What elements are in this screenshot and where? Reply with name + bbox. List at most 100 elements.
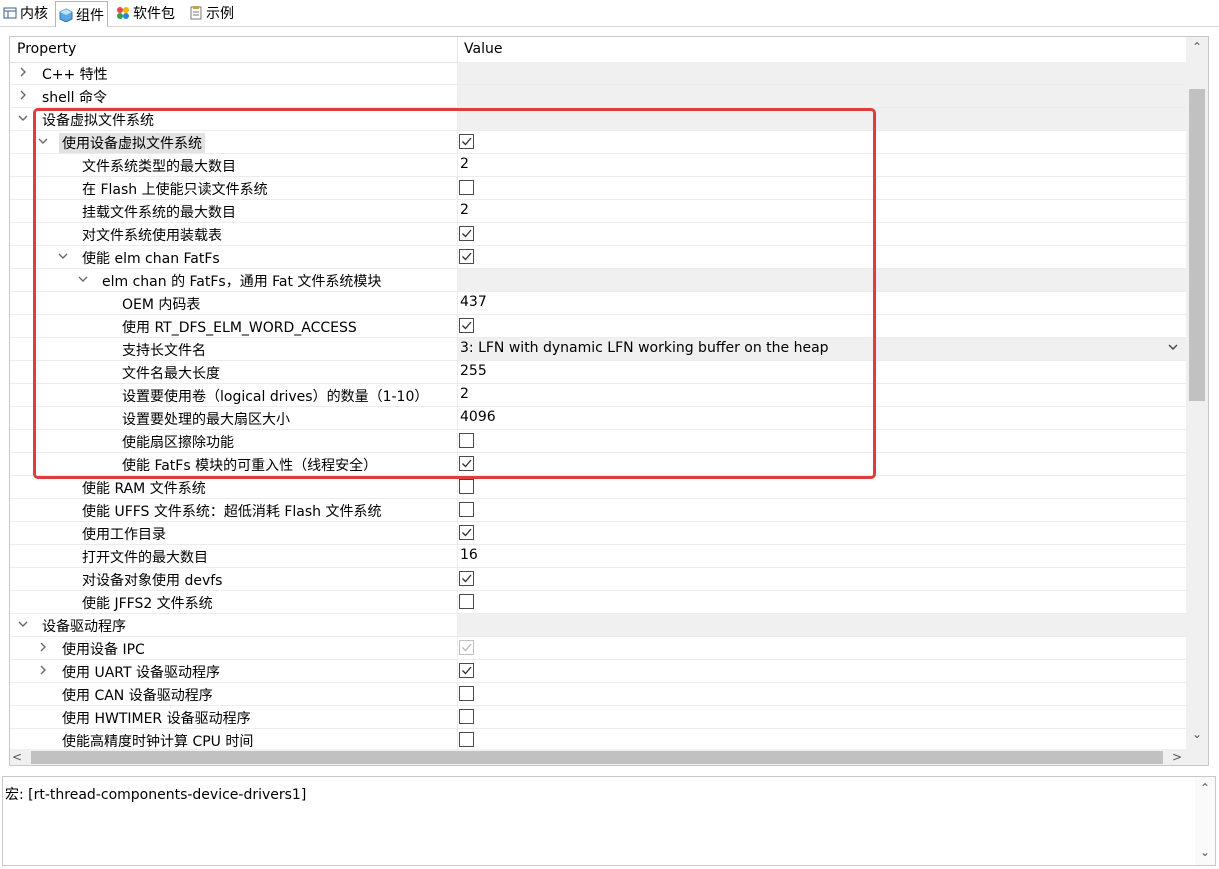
column-divider xyxy=(457,315,458,338)
horizontal-scrollbar[interactable]: < > xyxy=(10,749,1186,765)
property-row[interactable]: 使用 CAN 设备驱动程序 xyxy=(10,683,1186,706)
checkbox[interactable] xyxy=(459,640,474,655)
chevron-down-icon[interactable] xyxy=(16,111,30,127)
chevron-right-icon[interactable] xyxy=(16,88,30,104)
property-row[interactable]: 挂载文件系统的最大数目 2 xyxy=(10,200,1186,223)
tab-component[interactable]: 组件 xyxy=(55,1,108,27)
checkbox[interactable] xyxy=(459,134,474,149)
tab-bar: 内核 组件 软件包 示例 xyxy=(0,0,1219,27)
tab-example[interactable]: 示例 xyxy=(186,1,237,25)
scroll-right-icon[interactable]: > xyxy=(1170,750,1184,764)
checkbox[interactable] xyxy=(459,571,474,586)
property-row[interactable]: 文件系统类型的最大数目 2 xyxy=(10,154,1186,177)
chevron-down-icon[interactable] xyxy=(36,134,50,150)
checkbox[interactable] xyxy=(459,456,474,471)
checkbox[interactable] xyxy=(459,479,474,494)
chevron-down-icon[interactable] xyxy=(16,617,30,633)
scroll-up-icon[interactable]: ⌃ xyxy=(1186,40,1208,54)
property-row[interactable]: 使用工作目录 xyxy=(10,522,1186,545)
chevron-down-icon[interactable] xyxy=(1167,341,1179,356)
value-text[interactable]: 255 xyxy=(460,363,487,379)
property-row[interactable]: 使能 JFFS2 文件系统 xyxy=(10,591,1186,614)
property-row[interactable]: 打开文件的最大数目 16 xyxy=(10,545,1186,568)
chevron-right-icon[interactable] xyxy=(16,65,30,81)
checkbox[interactable] xyxy=(459,663,474,678)
chevron-down-icon[interactable] xyxy=(56,249,70,265)
checkbox[interactable] xyxy=(459,502,474,517)
checkbox[interactable] xyxy=(459,709,474,724)
property-row[interactable]: 使能扇区擦除功能 xyxy=(10,430,1186,453)
property-row[interactable]: 使能 elm chan FatFs xyxy=(10,246,1186,269)
property-label: 对设备对象使用 devfs xyxy=(82,573,223,589)
property-row[interactable]: 支持长文件名 3: LFN with dynamic LFN working bu… xyxy=(10,338,1186,361)
scroll-left-icon[interactable]: < xyxy=(10,750,24,764)
checkbox[interactable] xyxy=(459,686,474,701)
property-row[interactable]: OEM 内码表 437 xyxy=(10,292,1186,315)
value-text[interactable]: 2 xyxy=(460,156,469,172)
value-text[interactable]: 4096 xyxy=(460,409,496,425)
horizontal-scroll-thumb[interactable] xyxy=(31,751,1163,764)
category-row[interactable]: shell 命令 xyxy=(10,85,1186,108)
property-row[interactable]: 使能 UFFS 文件系统：超低消耗 Flash 文件系统 xyxy=(10,499,1186,522)
checkbox[interactable] xyxy=(459,180,474,195)
property-row[interactable]: 使用 HWTIMER 设备驱动程序 xyxy=(10,706,1186,729)
checkbox[interactable] xyxy=(459,249,474,264)
value-column-header[interactable]: Value xyxy=(464,41,502,57)
property-row[interactable]: 在 Flash 上使能只读文件系统 xyxy=(10,177,1186,200)
category-row[interactable]: 设备驱动程序 xyxy=(10,614,1186,637)
value-cell xyxy=(457,177,1186,199)
property-label: 使用 CAN 设备驱动程序 xyxy=(62,688,213,704)
property-row[interactable]: 使用设备虚拟文件系统 xyxy=(10,131,1186,154)
property-label: 使用工作目录 xyxy=(82,527,166,543)
value-text[interactable]: 437 xyxy=(460,294,487,310)
property-row[interactable]: 设置要使用卷（logical drives）的数量（1-10） 2 xyxy=(10,384,1186,407)
property-row[interactable]: 使能高精度时钟计算 CPU 时间 xyxy=(10,729,1186,749)
scroll-down-icon[interactable]: ⌄ xyxy=(1195,845,1215,859)
value-text[interactable]: 2 xyxy=(460,386,469,402)
example-icon xyxy=(189,6,203,20)
tab-package[interactable]: 软件包 xyxy=(113,1,178,25)
chevron-right-icon[interactable] xyxy=(36,663,50,679)
property-row[interactable]: 使用 RT_DFS_ELM_WORD_ACCESS xyxy=(10,315,1186,338)
combo-value[interactable]: 3: LFN with dynamic LFN working buffer o… xyxy=(460,340,829,356)
property-row[interactable]: 对文件系统使用装载表 xyxy=(10,223,1186,246)
property-row[interactable]: 文件名最大长度 255 xyxy=(10,361,1186,384)
property-label: 使用设备 IPC xyxy=(62,642,145,658)
checkbox[interactable] xyxy=(459,318,474,333)
column-divider xyxy=(457,476,458,499)
scroll-up-icon[interactable]: ⌃ xyxy=(1195,781,1215,795)
value-cell xyxy=(457,200,1186,222)
chevron-right-icon[interactable] xyxy=(36,640,50,656)
category-row[interactable]: 设备虚拟文件系统 xyxy=(10,108,1186,131)
vertical-scrollbar[interactable]: ⌃ ⌄ xyxy=(1186,37,1208,749)
property-row[interactable]: 使能 RAM 文件系统 xyxy=(10,476,1186,499)
scroll-down-icon[interactable]: ⌄ xyxy=(1186,727,1208,741)
checkbox[interactable] xyxy=(459,226,474,241)
tab-kernel[interactable]: 内核 xyxy=(0,1,51,25)
property-row[interactable]: 对设备对象使用 devfs xyxy=(10,568,1186,591)
property-row[interactable]: 使用设备 IPC xyxy=(10,637,1186,660)
category-row[interactable]: elm chan 的 FatFs，通用 Fat 文件系统模块 xyxy=(10,269,1186,292)
property-row[interactable]: 设置要处理的最大扇区大小 4096 xyxy=(10,407,1186,430)
value-cell xyxy=(457,131,1186,153)
vertical-scroll-thumb[interactable] xyxy=(1189,89,1205,401)
column-divider[interactable] xyxy=(457,37,458,62)
checkbox[interactable] xyxy=(459,433,474,448)
property-column-header[interactable]: Property xyxy=(17,41,76,57)
column-divider xyxy=(457,614,458,637)
property-row[interactable]: 使用 UART 设备驱动程序 xyxy=(10,660,1186,683)
checkbox[interactable] xyxy=(459,525,474,540)
checkbox[interactable] xyxy=(459,594,474,609)
value-text[interactable]: 2 xyxy=(460,202,469,218)
value-cell xyxy=(457,407,1186,429)
value-cell xyxy=(457,568,1186,590)
chevron-down-icon[interactable] xyxy=(76,272,90,288)
macro-scrollbar[interactable]: ⌃ ⌄ xyxy=(1195,777,1215,865)
category-row[interactable]: C++ 特性 xyxy=(10,62,1186,85)
value-cell xyxy=(457,545,1186,567)
checkbox[interactable] xyxy=(459,732,474,747)
value-cell xyxy=(457,108,1186,130)
value-text[interactable]: 16 xyxy=(460,547,478,563)
property-row[interactable]: 使能 FatFs 模块的可重入性（线程安全） xyxy=(10,453,1186,476)
property-label: shell 命令 xyxy=(42,90,108,106)
